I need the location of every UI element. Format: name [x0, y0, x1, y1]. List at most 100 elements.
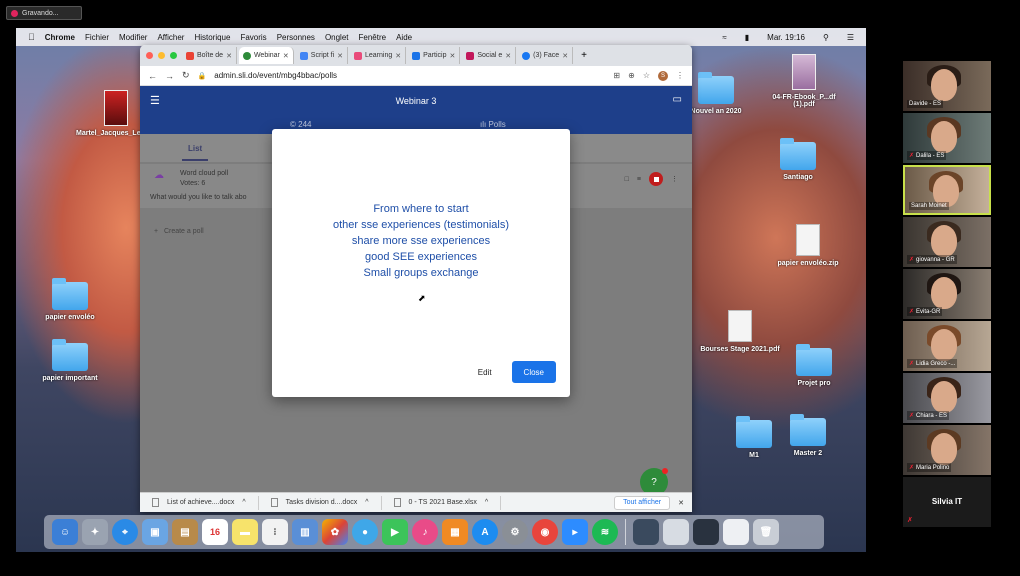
reminders-icon[interactable]: ⁝ — [262, 519, 288, 545]
participant-tile[interactable]: ✗ Maria Polino — [903, 425, 991, 475]
download-item[interactable]: List of achieve....docx ^ — [140, 495, 259, 510]
desktop-file-bourses-stage[interactable]: Bourses Stage 2021.pdf — [700, 310, 780, 353]
close-tab-icon[interactable]: ✕ — [226, 52, 232, 60]
desktop-folder-papier-envoleo[interactable]: papier envoléo — [30, 278, 110, 321]
preview-icon[interactable]: ▣ — [142, 519, 168, 545]
chrome-icon[interactable]: ◉ — [532, 519, 558, 545]
zoom-icon[interactable]: ▸ — [562, 519, 588, 545]
results-icon[interactable]: ≡ — [637, 176, 641, 183]
keynote-icon[interactable]: ▥ — [292, 519, 318, 545]
reload-icon[interactable]: ↻ — [182, 70, 190, 81]
extension-icon[interactable]: ⊞ — [613, 71, 620, 81]
desktop-folder-projet-pro[interactable]: Projet pro — [774, 344, 854, 387]
menu-personnes[interactable]: Personnes — [277, 33, 315, 42]
system-preferences-icon[interactable]: ⚙ — [502, 519, 528, 545]
more-options-icon[interactable]: ⋮ — [671, 175, 678, 183]
chevron-up-icon[interactable]: ^ — [365, 499, 368, 506]
participant-tile[interactable]: ✗ Dalila - ES — [903, 113, 991, 163]
wifi-icon[interactable]: ≈ — [722, 33, 726, 42]
itunes-icon[interactable]: ♪ — [412, 519, 438, 545]
lock-icon[interactable]: 🔒 — [198, 72, 207, 80]
close-tab-icon[interactable]: ✕ — [395, 52, 401, 60]
url-field[interactable]: admin.sli.do/event/mbg4bbac/polls — [214, 71, 605, 80]
apple-icon[interactable]:  — [28, 32, 35, 42]
close-tab-icon[interactable]: ✕ — [337, 52, 343, 60]
app-store-icon[interactable]: A — [472, 519, 498, 545]
trash-icon[interactable]: 🗑 — [753, 519, 779, 545]
menu-onglet[interactable]: Onglet — [325, 33, 349, 42]
participant-tile[interactable]: ✗ Evita-GR — [903, 269, 991, 319]
menu-afficher[interactable]: Afficher — [157, 33, 184, 42]
tab-social[interactable]: Social e ✕ — [462, 47, 517, 64]
dock-window-thumbnail[interactable] — [693, 519, 719, 545]
contacts-icon[interactable]: ▤ — [172, 519, 198, 545]
stop-poll-button[interactable] — [649, 172, 663, 186]
battery-icon[interactable]: ▮ — [745, 33, 749, 42]
messages-icon[interactable]: ● — [352, 519, 378, 545]
close-tab-icon[interactable]: ✕ — [562, 52, 568, 60]
dock-window-thumbnail[interactable] — [723, 519, 749, 545]
polls-tab[interactable]: ılı Polls — [480, 120, 506, 129]
tab-gmail[interactable]: Boîte de ✕ — [182, 47, 237, 64]
calendar-icon[interactable]: 16 — [202, 519, 228, 545]
chrome-menu-icon[interactable]: ⋮ — [676, 71, 684, 81]
menu-fichier[interactable]: Fichier — [85, 33, 109, 42]
participant-tile[interactable]: ✗ giovanna - GR — [903, 217, 991, 267]
install-icon[interactable]: ⊕ — [628, 71, 635, 81]
photos-icon[interactable]: ✿ — [322, 519, 348, 545]
spotify-icon[interactable]: ≋ — [592, 519, 618, 545]
window-zoom-icon[interactable] — [170, 52, 177, 59]
close-tab-icon[interactable]: ✕ — [505, 52, 511, 60]
window-minimize-icon[interactable] — [158, 52, 165, 59]
tab-facebook[interactable]: (3) Face ✕ — [518, 47, 574, 64]
menu-fenetre[interactable]: Fenêtre — [359, 33, 387, 42]
qa-tab[interactable]: © 244 — [290, 120, 311, 129]
participant-tile-no-video[interactable]: Silvia IT ✗ — [903, 477, 991, 527]
participant-tile[interactable]: Davide - ES — [903, 61, 991, 111]
present-icon[interactable]: ▭ — [673, 94, 682, 105]
desktop-file-papier-zip[interactable]: papier envoléo.zip — [768, 224, 848, 267]
close-tab-icon[interactable]: ✕ — [449, 52, 455, 60]
participant-tile-active-speaker[interactable]: Sarah Moinet — [903, 165, 991, 215]
desktop-file-ebook[interactable]: 04-FR-Ebook_P...df (1).pdf — [764, 54, 844, 108]
dock-window-thumbnail[interactable] — [663, 519, 689, 545]
tab-webinar[interactable]: Webinar ✕ — [238, 47, 294, 64]
back-icon[interactable]: ← — [148, 71, 157, 81]
tab-particip[interactable]: Particip ✕ — [408, 47, 461, 64]
desktop-folder-master-2[interactable]: Master 2 — [768, 414, 848, 457]
close-icon[interactable]: ✕ — [678, 499, 684, 507]
download-item[interactable]: Tasks division d....docx ^ — [259, 495, 382, 510]
participant-tile[interactable]: ✗ Chiara - ES — [903, 373, 991, 423]
forward-icon[interactable]: → — [165, 71, 174, 81]
desktop-folder-santiago[interactable]: Santiago — [758, 138, 838, 181]
recording-indicator[interactable]: Gravando... — [6, 6, 82, 20]
close-tab-icon[interactable]: ✕ — [283, 52, 289, 60]
menu-app[interactable]: Chrome — [45, 33, 75, 42]
close-button[interactable]: Close — [511, 361, 556, 383]
spotlight-search-icon[interactable]: ⚲ — [823, 33, 829, 42]
control-center-icon[interactable]: ☰ — [847, 33, 854, 42]
finder-icon[interactable]: ☺ — [52, 519, 78, 545]
menu-modifier[interactable]: Modifier — [119, 33, 147, 42]
window-close-icon[interactable] — [146, 52, 153, 59]
menu-aide[interactable]: Aide — [396, 33, 412, 42]
facetime-icon[interactable]: ▶ — [382, 519, 408, 545]
show-all-button[interactable]: Tout afficher — [614, 495, 671, 510]
tab-list[interactable]: List — [182, 136, 209, 161]
dock-window-thumbnail[interactable] — [633, 519, 659, 545]
create-poll[interactable]: + Create a poll — [154, 228, 204, 235]
bookmark-star-icon[interactable]: ☆ — [643, 71, 650, 81]
menu-favoris[interactable]: Favoris — [240, 33, 266, 42]
tab-script[interactable]: Script fi ✕ — [296, 47, 348, 64]
notes-icon[interactable]: ▬ — [232, 519, 258, 545]
participant-tile[interactable]: ✗ Lidia Greco -... — [903, 321, 991, 371]
download-item[interactable]: 0 - TS 2021 Base.xlsx ^ — [382, 495, 502, 510]
safari-icon[interactable]: ⌖ — [112, 519, 138, 545]
chevron-up-icon[interactable]: ^ — [242, 499, 245, 506]
chevron-up-icon[interactable]: ^ — [485, 499, 488, 506]
profile-avatar[interactable]: S — [658, 70, 668, 81]
new-tab-icon[interactable]: + — [581, 50, 587, 61]
books-icon[interactable]: ▦ — [442, 519, 468, 545]
launchpad-icon[interactable]: ✦ — [82, 519, 108, 545]
desktop-folder-papier-important[interactable]: papier important — [30, 339, 110, 382]
